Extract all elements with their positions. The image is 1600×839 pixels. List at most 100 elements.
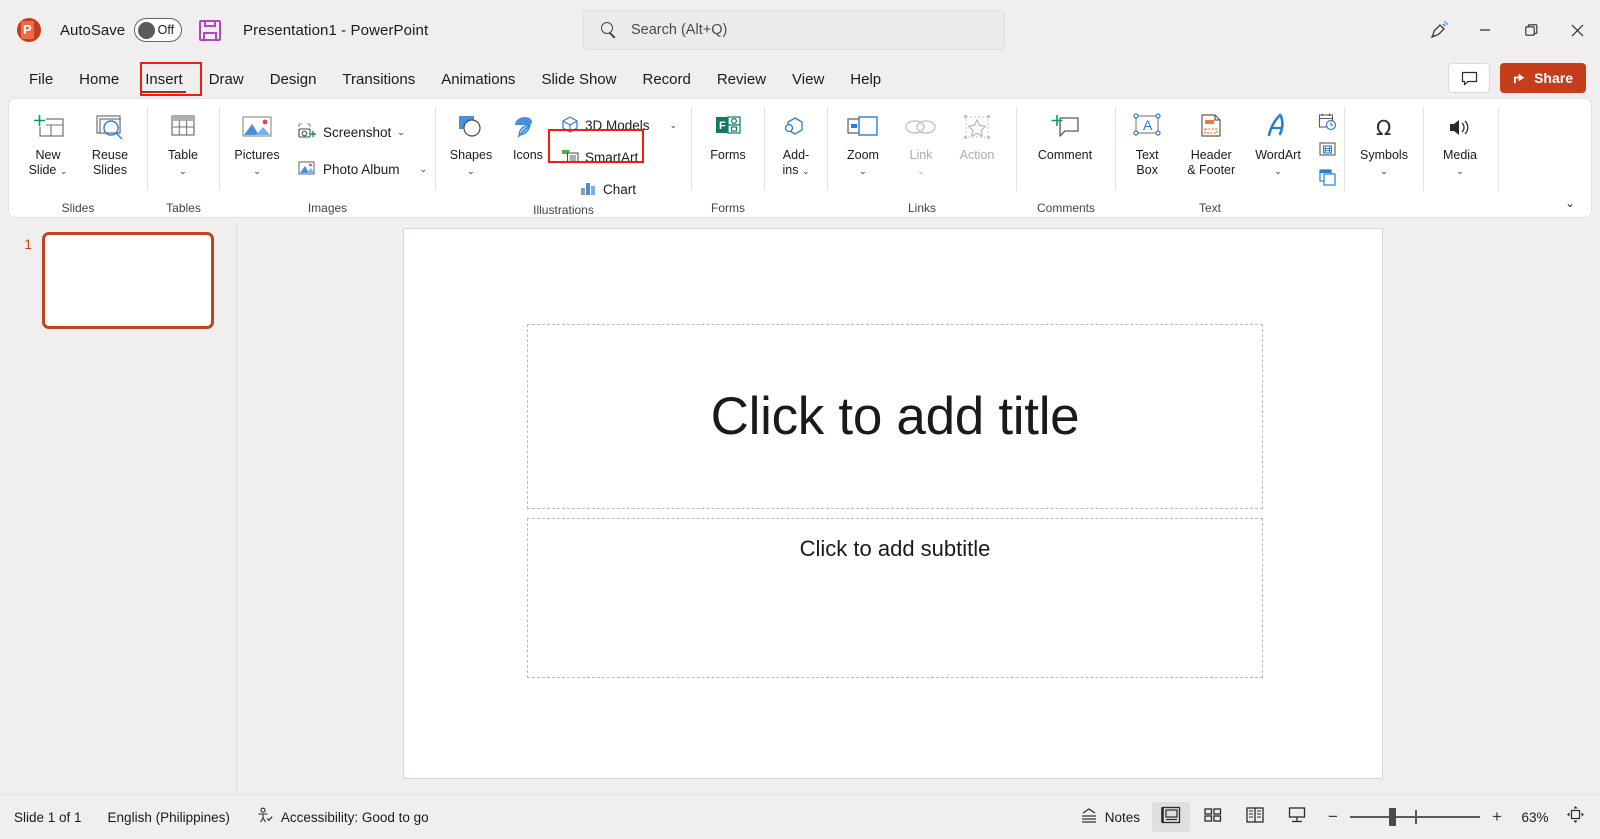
tab-review[interactable]: Review bbox=[704, 60, 779, 98]
wordart-button[interactable]: WordArt ⌄ bbox=[1246, 105, 1310, 178]
group-label-links: Links bbox=[907, 201, 936, 215]
pictures-icon bbox=[239, 111, 275, 145]
group-label-forms: Forms bbox=[711, 201, 745, 215]
pen-icon[interactable] bbox=[1416, 12, 1462, 48]
action-button[interactable]: Action bbox=[948, 105, 1006, 163]
window-controls bbox=[1416, 0, 1600, 60]
fit-to-window-button[interactable] bbox=[1560, 803, 1590, 831]
title-placeholder-text: Click to add title bbox=[710, 387, 1080, 446]
slide-thumbnail-pane: 1 bbox=[0, 222, 236, 794]
text-box-button[interactable]: A Text Box bbox=[1118, 105, 1176, 178]
table-button[interactable]: Table ⌄ bbox=[152, 105, 214, 178]
chart-button[interactable]: Chart bbox=[574, 176, 682, 202]
date-time-button[interactable] bbox=[1314, 111, 1340, 136]
tab-design[interactable]: Design bbox=[257, 60, 330, 98]
screenshot-button[interactable]: Screenshot ⌄ bbox=[292, 119, 432, 145]
svg-text:Ω: Ω bbox=[1376, 116, 1391, 140]
header-footer-label: Header & Footer bbox=[1187, 148, 1236, 177]
media-button[interactable]: Media ⌄ bbox=[1427, 105, 1493, 178]
normal-view-button[interactable] bbox=[1152, 802, 1190, 832]
header-footer-button[interactable]: Header & Footer bbox=[1176, 105, 1246, 178]
zoom-in-button[interactable]: + bbox=[1484, 803, 1510, 831]
accessibility-label: Accessibility: Good to go bbox=[280, 809, 429, 825]
reuse-slides-button[interactable]: Reuse Slides bbox=[79, 105, 141, 178]
collapse-ribbon-button[interactable]: ⌄ bbox=[1559, 193, 1581, 213]
pictures-label: Pictures ⌄ bbox=[234, 148, 280, 176]
zoom-slider[interactable] bbox=[1350, 803, 1480, 831]
fit-to-window-icon bbox=[1566, 805, 1585, 829]
tab-label: Record bbox=[642, 70, 691, 88]
accessibility-status[interactable]: Accessibility: Good to go bbox=[248, 803, 437, 832]
new-slide-button[interactable]: New Slide ⌄ bbox=[17, 105, 79, 178]
new-slide-label: New Slide ⌄ bbox=[28, 148, 68, 177]
thumbnail-preview[interactable] bbox=[42, 232, 214, 329]
photo-album-button[interactable]: Photo Album ⌄ bbox=[292, 156, 432, 182]
restore-button[interactable] bbox=[1508, 12, 1554, 48]
link-label: Link ⌄ bbox=[909, 148, 933, 176]
icons-button[interactable]: Icons bbox=[502, 105, 554, 163]
object-button[interactable] bbox=[1314, 167, 1340, 192]
slide-show-button[interactable] bbox=[1278, 802, 1316, 832]
chevron-down-icon: ⌄ bbox=[179, 166, 187, 176]
comments-button[interactable] bbox=[1448, 63, 1491, 93]
tab-insert[interactable]: Insert bbox=[132, 60, 196, 98]
tab-home[interactable]: Home bbox=[66, 60, 132, 98]
notes-icon bbox=[1080, 807, 1098, 827]
slide-counter[interactable]: Slide 1 of 1 bbox=[6, 806, 90, 829]
3d-models-button[interactable]: 3D Models ⌄ bbox=[556, 112, 682, 138]
powerpoint-logo-icon: P bbox=[14, 15, 44, 45]
pictures-button[interactable]: Pictures ⌄ bbox=[226, 105, 288, 178]
add-ins-button[interactable]: Add-ins ⌄ bbox=[765, 105, 827, 178]
tab-view[interactable]: View bbox=[779, 60, 837, 98]
smartart-label: SmartArt bbox=[585, 149, 639, 165]
chevron-down-icon: ⌄ bbox=[1274, 166, 1282, 176]
zoom-slider-handle[interactable] bbox=[1389, 808, 1396, 826]
autosave-toggle[interactable]: Off bbox=[134, 18, 183, 42]
tab-label: Help bbox=[850, 70, 882, 88]
minimize-button[interactable] bbox=[1462, 12, 1508, 48]
tab-animations[interactable]: Animations bbox=[428, 60, 528, 98]
group-divider bbox=[1498, 107, 1499, 191]
forms-button[interactable]: F Forms bbox=[697, 105, 759, 163]
group-label-addins bbox=[765, 199, 827, 217]
symbols-button[interactable]: Ω Symbols ⌄ bbox=[1348, 105, 1420, 178]
tab-transitions[interactable]: Transitions bbox=[329, 60, 428, 98]
link-button[interactable]: Link ⌄ bbox=[894, 105, 948, 178]
slide-number-button[interactable] bbox=[1314, 139, 1340, 164]
zoom-level[interactable]: 63% bbox=[1514, 810, 1556, 825]
add-ins-label: Add-ins ⌄ bbox=[782, 148, 810, 177]
wordart-icon bbox=[1263, 111, 1293, 145]
reading-view-button[interactable] bbox=[1236, 802, 1274, 832]
search-input[interactable]: Search (Alt+Q) bbox=[583, 10, 1005, 50]
share-button[interactable]: Share bbox=[1500, 63, 1586, 93]
chevron-down-icon: ⌄ bbox=[419, 164, 428, 174]
tab-slide-show[interactable]: Slide Show bbox=[528, 60, 629, 98]
comment-button[interactable]: Comment bbox=[1020, 105, 1110, 163]
tab-help[interactable]: Help bbox=[837, 60, 894, 98]
chevron-down-icon: ⌄ bbox=[253, 166, 261, 176]
thumbnail-item[interactable]: 1 bbox=[0, 222, 236, 329]
zoom-button[interactable]: Zoom ⌄ bbox=[832, 105, 894, 178]
slide-canvas-area: Click to add title Click to add subtitle bbox=[237, 222, 1600, 794]
slide-show-icon bbox=[1287, 806, 1307, 829]
3d-models-label: 3D Models bbox=[585, 117, 650, 133]
subtitle-placeholder[interactable]: Click to add subtitle bbox=[527, 518, 1263, 678]
smartart-button[interactable]: SmartArt bbox=[556, 144, 682, 170]
slide-editor[interactable]: Click to add title Click to add subtitle bbox=[403, 228, 1383, 779]
close-button[interactable] bbox=[1554, 12, 1600, 48]
notes-button[interactable]: Notes bbox=[1072, 804, 1148, 831]
tab-draw[interactable]: Draw bbox=[196, 60, 257, 98]
shapes-label: Shapes ⌄ bbox=[449, 148, 493, 176]
save-icon[interactable] bbox=[199, 19, 222, 41]
title-placeholder[interactable]: Click to add title bbox=[527, 324, 1263, 509]
tab-record[interactable]: Record bbox=[629, 60, 703, 98]
language-indicator[interactable]: English (Philippines) bbox=[100, 806, 238, 829]
ribbon-group-media: Media ⌄ bbox=[1424, 99, 1498, 217]
slide-sorter-button[interactable] bbox=[1194, 802, 1232, 832]
powerpoint-window: P AutoSave Off Presentation1 - PowerPoin… bbox=[0, 0, 1600, 839]
zoom-out-button[interactable]: − bbox=[1320, 803, 1346, 831]
icons-label: Icons bbox=[513, 148, 543, 162]
tab-file[interactable]: File bbox=[16, 60, 66, 98]
shapes-button[interactable]: Shapes ⌄ bbox=[440, 105, 502, 178]
link-icon bbox=[903, 111, 939, 145]
